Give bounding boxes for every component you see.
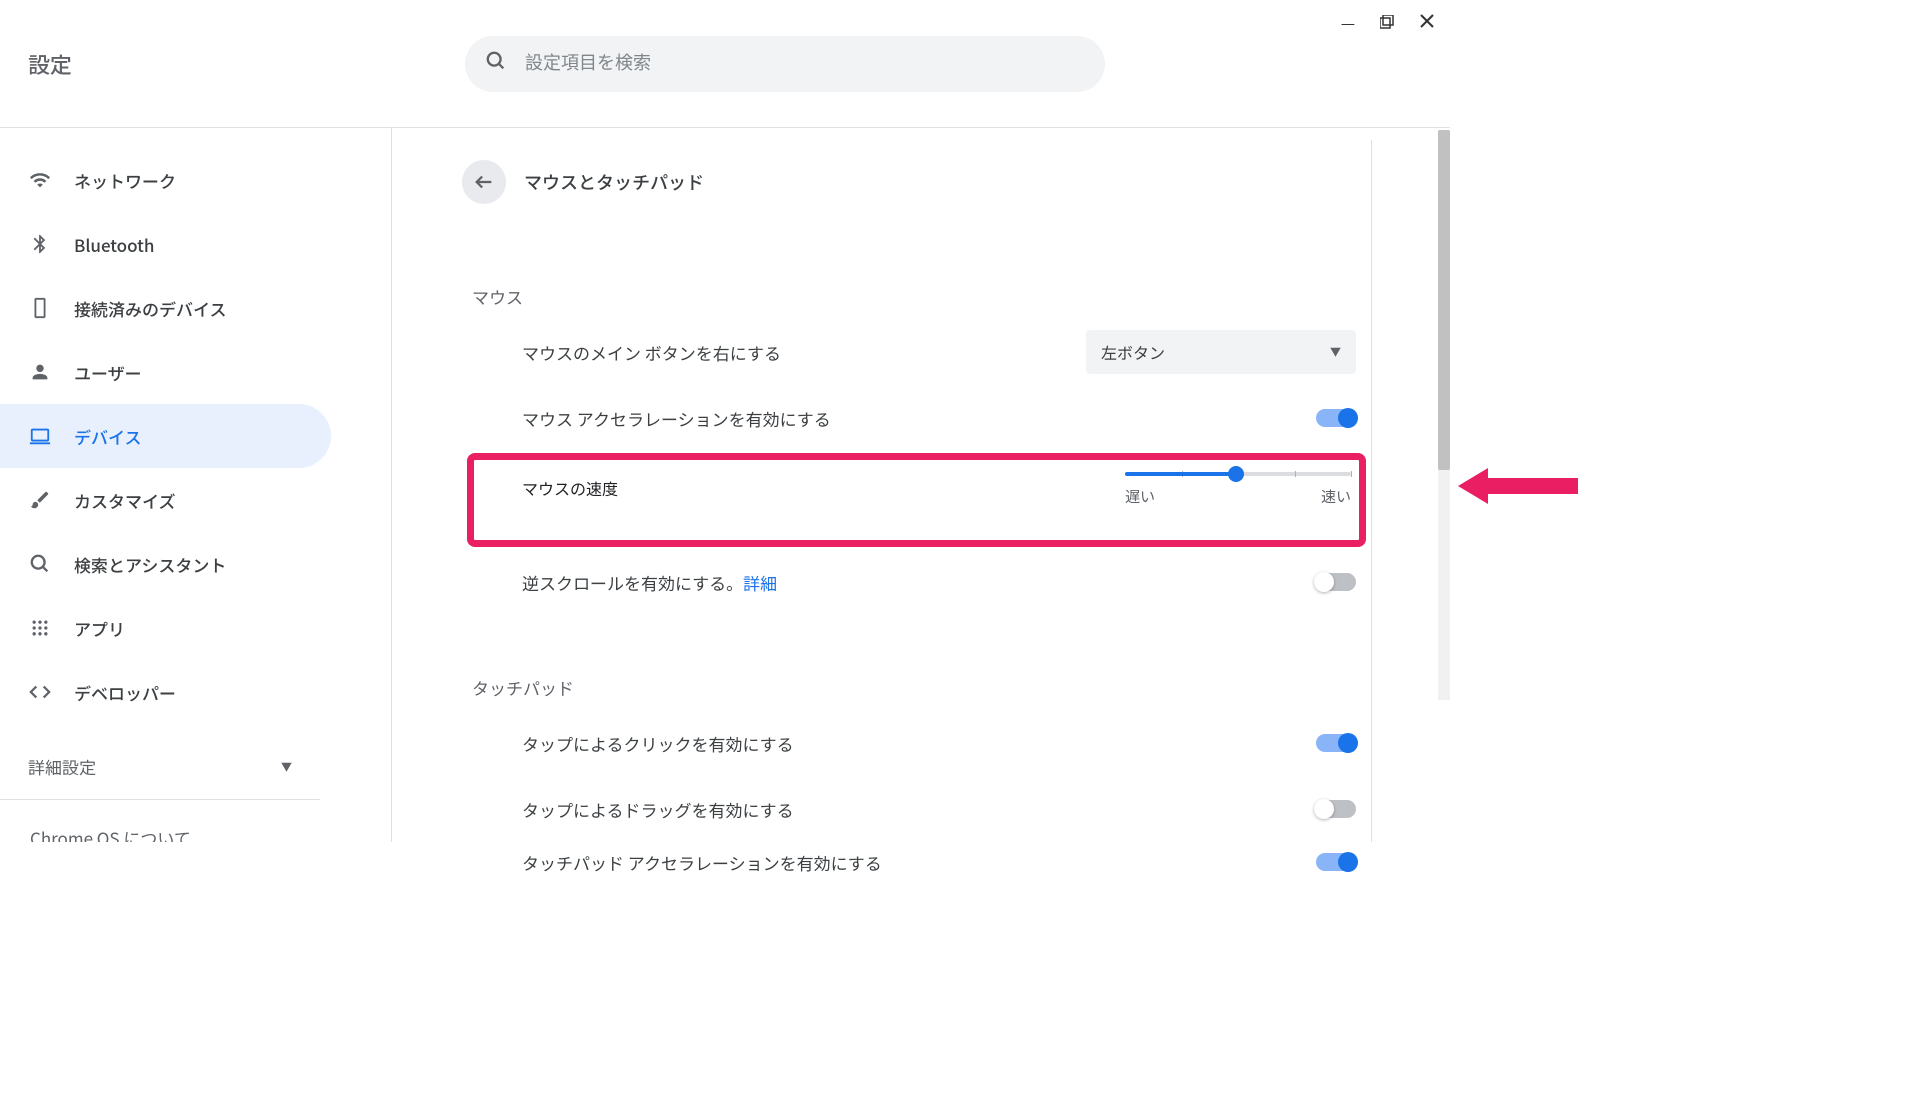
phone-icon [28, 297, 52, 319]
tap-click-toggle[interactable] [1316, 734, 1356, 752]
sidebar-item-label: Bluetooth [74, 232, 154, 257]
highlighted-mouse-speed: マウスの速度 遅い 速い [467, 453, 1366, 547]
annotation-arrow [1458, 464, 1578, 513]
sidebar-item-bluetooth[interactable]: Bluetooth [0, 212, 391, 276]
setting-mouse-acceleration: マウス アクセラレーションを有効にする [462, 385, 1371, 451]
app-title: 設定 [20, 48, 420, 80]
sidebar-item-label: デベロッパー [74, 680, 176, 705]
sidebar-item-device[interactable]: デバイス [0, 404, 331, 468]
setting-label: タッチパッド アクセラレーションを有効にする [522, 850, 882, 875]
setting-label: マウスのメイン ボタンを右にする [522, 340, 781, 365]
sidebar-item-label: ネットワーク [74, 168, 176, 193]
touchpad-accel-toggle[interactable] [1316, 853, 1356, 871]
sidebar: ネットワーク Bluetooth 接続済みのデバイス ユーザー デバイス カスタ… [0, 128, 392, 842]
chevron-down-icon: ▼ [281, 759, 292, 775]
sidebar-advanced[interactable]: 詳細設定 ▼ [0, 734, 320, 800]
bluetooth-icon [28, 233, 52, 255]
code-icon [28, 681, 52, 703]
tap-drag-toggle[interactable] [1316, 800, 1356, 818]
minimize-icon[interactable]: — [1341, 10, 1355, 34]
setting-label: 逆スクロールを有効にする。詳細 [522, 570, 777, 595]
maximize-icon[interactable] [1380, 10, 1394, 34]
mouse-acceleration-toggle[interactable] [1316, 409, 1356, 427]
search-input[interactable] [525, 53, 1085, 74]
search-box[interactable] [465, 36, 1105, 92]
setting-reverse-scroll: 逆スクロールを有効にする。詳細 [462, 549, 1371, 615]
close-icon[interactable] [1419, 10, 1435, 34]
setting-tap-click: タップによるクリックを有効にする [462, 710, 1371, 776]
sidebar-item-developer[interactable]: デベロッパー [0, 660, 391, 724]
dropdown-value: 左ボタン [1101, 340, 1165, 364]
setting-label: タップによるドラッグを有効にする [522, 797, 794, 822]
brush-icon [28, 489, 52, 511]
back-button[interactable] [462, 160, 506, 204]
advanced-label: 詳細設定 [28, 754, 96, 779]
apps-icon [28, 618, 52, 638]
slider-fast-label: 速い [1321, 486, 1351, 507]
scrollbar-thumb[interactable] [1438, 130, 1450, 470]
section-title-touchpad: タッチパッド [462, 675, 1371, 700]
chevron-down-icon: ▼ [1330, 344, 1341, 360]
sidebar-item-label: アプリ [74, 616, 125, 641]
window-controls: — [1341, 10, 1435, 34]
sidebar-item-label: 接続済みのデバイス [74, 296, 227, 321]
sidebar-item-connected-devices[interactable]: 接続済みのデバイス [0, 276, 391, 340]
search-icon [485, 50, 507, 77]
setting-touchpad-accel: タッチパッド アクセラレーションを有効にする [462, 842, 1371, 882]
about-label: Chrome OS について [30, 825, 191, 842]
reverse-scroll-toggle[interactable] [1316, 573, 1356, 591]
primary-button-dropdown[interactable]: 左ボタン ▼ [1086, 330, 1356, 374]
sidebar-item-label: ユーザー [74, 360, 142, 385]
setting-label: マウスの速度 [522, 476, 618, 500]
setting-label: タップによるクリックを有効にする [522, 731, 794, 756]
sidebar-item-label: カスタマイズ [74, 488, 176, 513]
slider-slow-label: 遅い [1125, 486, 1155, 507]
sidebar-item-users[interactable]: ユーザー [0, 340, 391, 404]
person-icon [28, 361, 52, 383]
sidebar-item-search-assistant[interactable]: 検索とアシスタント [0, 532, 391, 596]
page-title: マウスとタッチパッド [524, 169, 704, 195]
setting-primary-button: マウスのメイン ボタンを右にする 左ボタン ▼ [462, 319, 1371, 385]
sidebar-about[interactable]: Chrome OS について [0, 800, 391, 842]
wifi-icon [28, 169, 52, 191]
setting-label: マウス アクセラレーションを有効にする [522, 406, 831, 431]
setting-tap-drag: タップによるドラッグを有効にする [462, 776, 1371, 842]
sidebar-item-label: デバイス [74, 424, 142, 449]
sidebar-item-customize[interactable]: カスタマイズ [0, 468, 391, 532]
mouse-speed-slider[interactable] [1125, 472, 1351, 476]
sidebar-item-network[interactable]: ネットワーク [0, 148, 391, 212]
scrollbar[interactable] [1438, 130, 1450, 700]
sidebar-item-apps[interactable]: アプリ [0, 596, 391, 660]
main-content: マウスとタッチパッド マウス マウスのメイン ボタンを右にする 左ボタン ▼ マ… [462, 140, 1372, 842]
search-icon [28, 553, 52, 575]
section-title-mouse: マウス [462, 284, 1371, 309]
details-link[interactable]: 詳細 [743, 570, 777, 595]
slider-thumb[interactable] [1228, 466, 1244, 482]
sidebar-item-label: 検索とアシスタント [74, 552, 226, 577]
laptop-icon [28, 425, 52, 447]
